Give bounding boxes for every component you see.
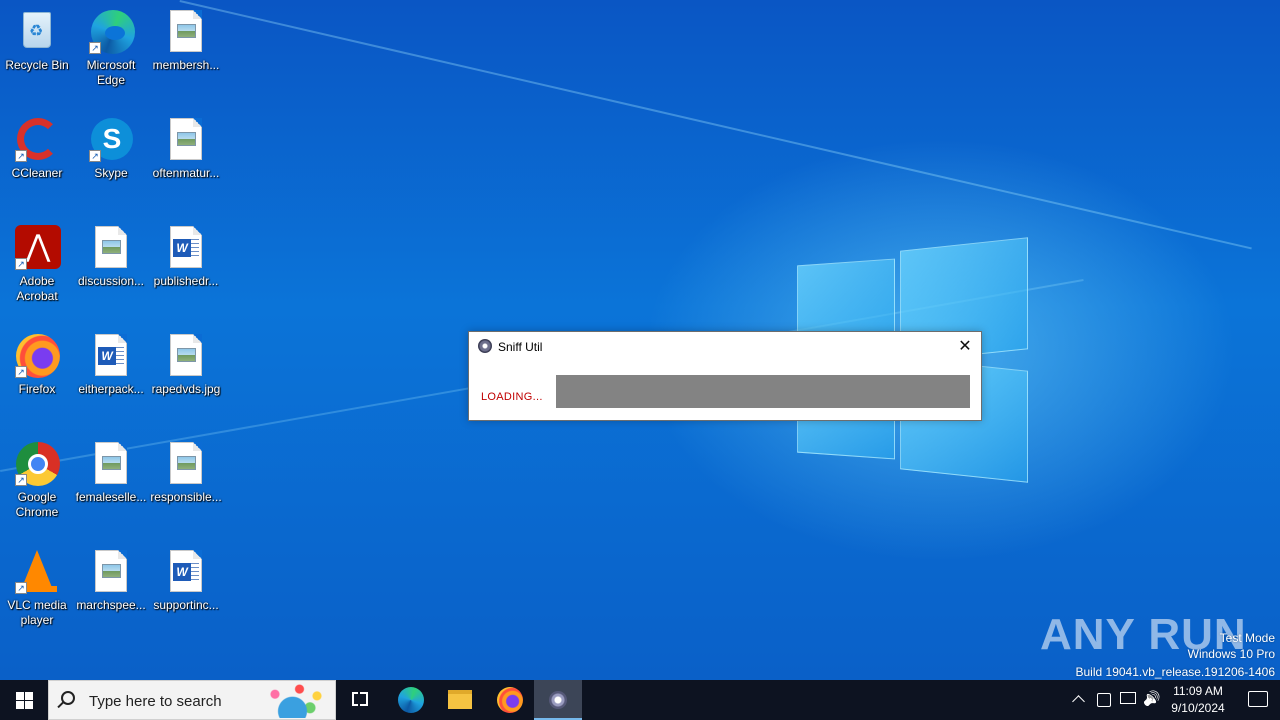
desktop-icon-file[interactable]: membersh... xyxy=(149,8,223,73)
desktop-icon-skype[interactable]: S ↗ Skype xyxy=(74,116,148,181)
show-hidden-icons-button[interactable] xyxy=(1070,680,1088,720)
desktop-icon-file[interactable]: W eitherpack... xyxy=(74,332,148,397)
image-file-icon xyxy=(170,10,202,52)
clock-date: 9/10/2024 xyxy=(1171,701,1225,715)
progress-bar-fill xyxy=(556,375,970,408)
desktop-icon-label: discussion... xyxy=(77,274,145,288)
desktop-icon-label: oftenmatur... xyxy=(152,166,220,180)
desktop-icon-label: Recycle Bin xyxy=(5,58,69,72)
shortcut-arrow-icon: ↗ xyxy=(15,258,27,270)
loading-status: LOADING... xyxy=(481,391,543,403)
desktop-icon-label: VLC media player xyxy=(7,598,67,627)
desktop-icon-file[interactable]: marchspee... xyxy=(74,548,148,613)
desktop-icon-vlc[interactable]: ↗ VLC media player xyxy=(0,548,74,628)
desktop-icon-microsoft-edge[interactable]: ↗ Microsoft Edge xyxy=(74,8,148,88)
network-icon[interactable] xyxy=(1117,680,1139,720)
sniff-util-dialog: Sniff Util ✕ LOADING... xyxy=(468,331,982,421)
progress-bar xyxy=(556,375,970,408)
desktop-icon-ccleaner[interactable]: ↗ CCleaner xyxy=(0,116,74,181)
firefox-icon xyxy=(497,687,523,713)
desktop-icon-label: supportinc... xyxy=(153,598,219,612)
taskbar-sniff-util-button[interactable] xyxy=(534,680,582,720)
desktop-icon-recycle-bin[interactable]: Recycle Bin xyxy=(0,8,74,73)
desktop-icon-label: CCleaner xyxy=(11,166,63,180)
light-beam xyxy=(179,0,1252,250)
file-explorer-icon xyxy=(448,690,472,709)
desktop-icon-google-chrome[interactable]: ↗ Google Chrome xyxy=(0,440,74,520)
desktop-icon-file[interactable]: W supportinc... xyxy=(149,548,223,613)
desktop-icon-adobe-acrobat[interactable]: ⋀ ↗ Adobe Acrobat xyxy=(0,224,74,304)
word-file-icon: W xyxy=(170,550,202,592)
word-file-icon: W xyxy=(170,226,202,268)
word-file-icon: W xyxy=(95,334,127,376)
image-file-icon xyxy=(95,226,127,268)
desktop-icon-label: Microsoft Edge xyxy=(86,58,136,87)
image-file-icon xyxy=(95,550,127,592)
sniff-util-icon xyxy=(549,691,567,709)
sniff-util-icon xyxy=(478,339,492,353)
desktop-icon-label: membersh... xyxy=(152,58,220,72)
taskbar-edge-button[interactable] xyxy=(386,680,434,720)
desktop-icon-label: eitherpack... xyxy=(78,382,144,396)
task-view-button[interactable] xyxy=(336,680,384,720)
search-placeholder: Type here to search xyxy=(89,693,222,710)
shortcut-arrow-icon: ↗ xyxy=(89,150,101,162)
clock[interactable]: 11:09 AM 9/10/2024 xyxy=(1162,680,1234,720)
windows-logo-icon xyxy=(16,692,33,709)
desktop-icon-firefox[interactable]: ↗ Firefox xyxy=(0,332,74,397)
taskbar-firefox-button[interactable] xyxy=(485,680,533,720)
desktop-icon-label: publishedr... xyxy=(153,274,219,288)
recycle-bin-icon xyxy=(23,12,51,48)
test-mode-text: Test Mode xyxy=(1219,631,1275,645)
tray-app-icon[interactable] xyxy=(1093,680,1115,720)
shortcut-arrow-icon: ↗ xyxy=(15,582,27,594)
desktop-icon-file[interactable]: discussion... xyxy=(74,224,148,289)
taskbar: Type here to search 11:09 AM 9/10/2024 xyxy=(0,680,1280,720)
desktop-icon-file[interactable]: rapedvds.jpg xyxy=(149,332,223,397)
desktop-icon-label: Google Chrome xyxy=(15,490,59,519)
desktop-icon-file[interactable]: responsible... xyxy=(149,440,223,505)
shortcut-arrow-icon: ↗ xyxy=(89,42,101,54)
desktop-icon-label: Firefox xyxy=(18,382,56,396)
task-view-icon xyxy=(352,692,368,706)
search-highlight-icon xyxy=(261,684,331,718)
image-file-icon xyxy=(170,442,202,484)
desktop-icon-file[interactable]: femaleselle... xyxy=(74,440,148,505)
close-button[interactable]: ✕ xyxy=(953,335,977,359)
desktop-icon-file[interactable]: W publishedr... xyxy=(149,224,223,289)
desktop-icon-label: responsible... xyxy=(150,490,222,504)
image-file-icon xyxy=(95,442,127,484)
taskbar-search-box[interactable]: Type here to search xyxy=(48,680,336,720)
shortcut-arrow-icon: ↗ xyxy=(15,366,27,378)
desktop-icon-file[interactable]: oftenmatur... xyxy=(149,116,223,181)
desktop-icon-label: rapedvds.jpg xyxy=(151,382,221,396)
start-button[interactable] xyxy=(0,680,48,720)
shortcut-arrow-icon: ↗ xyxy=(15,150,27,162)
image-file-icon xyxy=(170,334,202,376)
dialog-titlebar[interactable]: Sniff Util ✕ xyxy=(469,332,981,362)
edition-text: Windows 10 Pro xyxy=(1187,647,1275,661)
search-icon xyxy=(61,691,75,705)
desktop-icon-label: Adobe Acrobat xyxy=(16,274,58,303)
taskbar-file-explorer-button[interactable] xyxy=(435,680,483,720)
desktop-icon-label: marchspee... xyxy=(76,598,146,612)
desktop-icon-label: Skype xyxy=(94,166,128,180)
image-file-icon xyxy=(170,118,202,160)
shortcut-arrow-icon: ↗ xyxy=(15,474,27,486)
dialog-title: Sniff Util xyxy=(498,340,543,354)
edge-icon xyxy=(398,687,424,713)
notification-center-icon[interactable] xyxy=(1236,680,1280,720)
clock-time: 11:09 AM xyxy=(1173,684,1223,698)
volume-icon[interactable] xyxy=(1141,680,1163,720)
build-text: Build 19041.vb_release.191206-1406 xyxy=(1075,665,1276,679)
desktop-icon-label: femaleselle... xyxy=(75,490,147,504)
